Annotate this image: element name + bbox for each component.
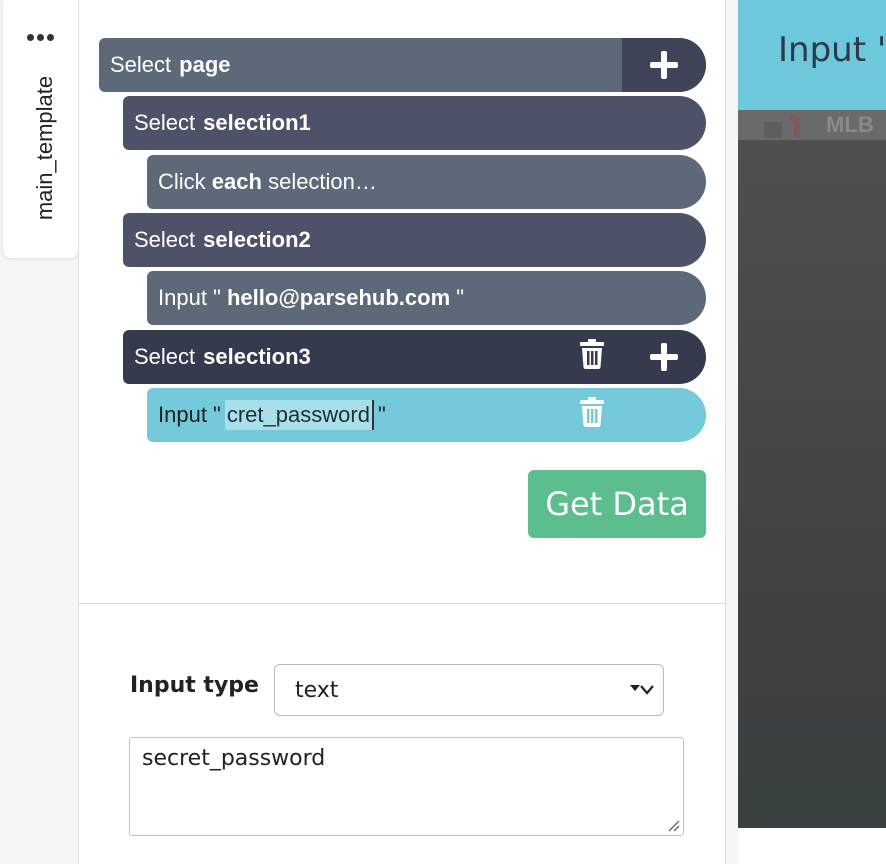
- command-input-password[interactable]: Input " cret_password ": [147, 388, 706, 442]
- command-strong: each: [211, 169, 262, 194]
- command-panel: Select page Select selection1 Click each…: [78, 0, 727, 864]
- command-target: page: [179, 52, 231, 77]
- viewport-content: [738, 140, 886, 828]
- command-input-email[interactable]: Input " hello@parsehub.com ": [147, 271, 706, 325]
- command-verb: Select: [110, 52, 172, 77]
- viewport-brand-text: MLB: [826, 112, 874, 137]
- command-verb: Select: [134, 344, 196, 369]
- command-suffix: ": [377, 402, 386, 427]
- command-target: selection3: [203, 344, 311, 369]
- get-data-button[interactable]: Get Data: [528, 470, 706, 538]
- command-select-selection3[interactable]: Select selection3: [123, 330, 706, 384]
- command-select-page[interactable]: Select page: [99, 38, 706, 92]
- command-verb: Click: [158, 169, 206, 194]
- viewport-footer: [738, 828, 886, 864]
- command-prefix: Input ": [158, 402, 221, 427]
- command-verb: Select: [134, 227, 196, 252]
- input-type-label: Input type: [130, 673, 259, 698]
- add-command-button[interactable]: [622, 38, 706, 92]
- command-select-selection2[interactable]: Select selection2: [123, 213, 706, 267]
- input-type-select[interactable]: text: [274, 664, 664, 716]
- viewport-header-text: Input ": [778, 30, 886, 70]
- app-root: main_template Select page Select selecti…: [0, 0, 886, 864]
- inline-edit-field[interactable]: cret_password: [224, 400, 374, 430]
- command-select-selection1[interactable]: Select selection1: [123, 96, 706, 150]
- main-template-tab[interactable]: main_template: [3, 0, 78, 258]
- command-suffix: ": [456, 285, 465, 310]
- input-value-field[interactable]: secret_password: [129, 737, 684, 836]
- chevron-down-icon: [630, 685, 654, 695]
- more-dots-icon[interactable]: [27, 34, 57, 44]
- page-viewport: Input " MLB: [738, 0, 886, 828]
- tab-label: main_template: [32, 75, 57, 221]
- command-prefix: Input ": [158, 285, 221, 310]
- command-target: selection1: [203, 110, 311, 135]
- command-click-each[interactable]: Click each selection…: [147, 155, 706, 209]
- command-value: hello@parsehub.com: [226, 285, 451, 310]
- logo-icon: [764, 114, 800, 138]
- trash-icon[interactable]: [579, 339, 605, 369]
- command-verb: Select: [134, 110, 196, 135]
- command-target: selection2: [203, 227, 311, 252]
- plus-icon: [650, 51, 678, 79]
- panel-divider: [79, 603, 727, 604]
- command-rest: selection…: [268, 169, 377, 194]
- trash-icon[interactable]: [579, 397, 605, 427]
- plus-icon[interactable]: [650, 343, 678, 371]
- input-value-text: secret_password: [142, 746, 326, 771]
- resize-grip-icon[interactable]: [666, 818, 680, 832]
- input-type-value: text: [295, 677, 339, 703]
